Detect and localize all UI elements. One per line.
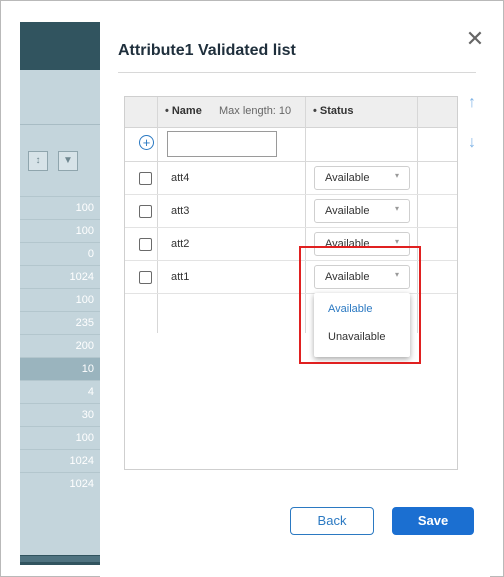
sheet-cell: 0	[20, 242, 100, 265]
table-row: att2 Available ▾	[125, 228, 457, 261]
required-marker: •	[313, 105, 317, 117]
move-up-arrow-icon[interactable]: ↑	[464, 94, 480, 112]
sheet-cell: 100	[20, 219, 100, 242]
chevron-down-icon: ▾	[395, 270, 400, 279]
add-circle-icon[interactable]: +	[139, 135, 154, 150]
chevron-down-icon: ▾	[395, 204, 400, 213]
sheet-toolbar: ↕ ▼	[20, 145, 100, 175]
close-icon[interactable]: ✕	[464, 28, 486, 50]
table-row: att1 Available ▾	[125, 261, 457, 294]
new-name-input[interactable]	[167, 131, 277, 157]
background-sheet: ↕ ▼ 100 100 0 1024 100 235 200 10 4 30 1…	[20, 22, 100, 565]
move-down-arrow-icon[interactable]: ↓	[464, 134, 480, 152]
save-button[interactable]: Save	[392, 507, 474, 535]
row-checkbox[interactable]	[139, 172, 152, 185]
sheet-cell: 100	[20, 426, 100, 449]
dialog-title: Attribute1 Validated list	[118, 42, 296, 59]
row-checkbox[interactable]	[139, 271, 152, 284]
status-dropdown-menu: Available Unavailable	[314, 293, 410, 357]
sheet-cell: 1024	[20, 265, 100, 288]
row-name: att1	[171, 271, 190, 283]
row-checkbox[interactable]	[139, 205, 152, 218]
status-select-open[interactable]: Available ▾	[314, 265, 410, 289]
status-value: Available	[325, 238, 370, 250]
sheet-cell: 200	[20, 334, 100, 357]
status-select[interactable]: Available ▾	[314, 166, 410, 190]
chevron-down-icon: ▾	[395, 237, 400, 246]
status-value: Available	[325, 172, 370, 184]
sheet-cell: 30	[20, 403, 100, 426]
sheet-cell-selected: 10	[20, 357, 100, 380]
sheet-cell: 100	[20, 288, 100, 311]
row-name: att4	[171, 172, 190, 184]
sheet-cell: 100	[20, 196, 100, 219]
dropdown-option-available[interactable]: Available	[328, 303, 372, 315]
title-divider	[118, 72, 476, 73]
sort-icon[interactable]: ↕	[28, 151, 48, 171]
sheet-cell: 235	[20, 311, 100, 334]
validated-list-grid: • Name Max length: 10 • Status + att4 Avai…	[124, 96, 458, 470]
sheet-column-band	[20, 70, 100, 125]
grid-header: • Name Max length: 10 • Status	[125, 97, 457, 128]
status-select[interactable]: Available ▾	[314, 232, 410, 256]
dropdown-option-unavailable[interactable]: Unavailable	[328, 331, 385, 343]
sheet-header-bar	[20, 22, 100, 70]
back-button[interactable]: Back	[290, 507, 374, 535]
sheet-cell: 1024	[20, 449, 100, 472]
name-column-header: • Name	[165, 105, 202, 117]
required-marker: •	[165, 105, 169, 117]
add-row: +	[125, 128, 457, 162]
table-row: att4 Available ▾	[125, 162, 457, 195]
max-length-hint: Max length: 10	[219, 105, 292, 117]
row-name: att3	[171, 205, 190, 217]
sheet-cell: 1024	[20, 472, 100, 495]
table-row: att3 Available ▾	[125, 195, 457, 228]
sheet-rows: 100 100 0 1024 100 235 200 10 4 30 100 1…	[20, 196, 100, 495]
status-select[interactable]: Available ▾	[314, 199, 410, 223]
status-value: Available	[325, 205, 370, 217]
sheet-footer-divider	[20, 556, 100, 562]
sheet-cell: 4	[20, 380, 100, 403]
validated-list-dialog: Attribute1 Validated list ✕ ↑ ↓ • Name Ma…	[100, 22, 490, 577]
filter-icon[interactable]: ▼	[58, 151, 78, 171]
chevron-down-icon: ▾	[395, 171, 400, 180]
status-value: Available	[325, 271, 370, 283]
status-column-header: • Status	[313, 105, 354, 117]
row-name: att2	[171, 238, 190, 250]
row-checkbox[interactable]	[139, 238, 152, 251]
